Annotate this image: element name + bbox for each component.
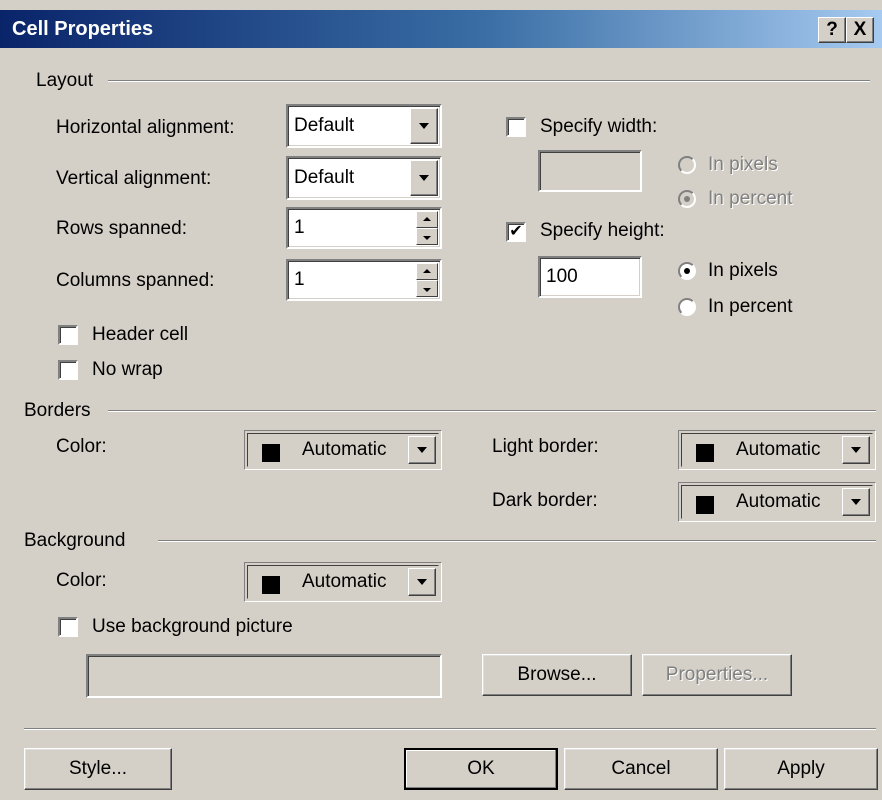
width-percent-radio	[678, 190, 696, 208]
color-swatch	[262, 576, 280, 594]
borders-separator	[108, 410, 876, 412]
chevron-down-icon[interactable]	[410, 160, 438, 196]
chevron-down-icon[interactable]	[408, 568, 436, 596]
light-border-label: Light border:	[492, 436, 599, 457]
border-color-picker[interactable]: Automatic	[244, 430, 442, 470]
background-separator	[158, 540, 876, 542]
vertical-alignment-select[interactable]: Default	[286, 156, 442, 200]
color-swatch	[262, 444, 280, 462]
dark-border-value: Automatic	[736, 491, 821, 512]
dark-border-picker[interactable]: Automatic	[678, 482, 876, 522]
columns-spanned-value: 1	[294, 269, 305, 290]
title-bar: Cell Properties ? X	[0, 10, 882, 48]
background-color-picker[interactable]: Automatic	[244, 562, 442, 602]
width-in-percent-label: In percent	[708, 188, 793, 209]
picker-frame: Automatic	[681, 433, 873, 467]
use-background-picture-label: Use background picture	[92, 616, 293, 637]
specify-height-label: Specify height:	[540, 220, 665, 241]
ok-button[interactable]: OK	[404, 748, 558, 790]
close-button[interactable]: X	[846, 17, 874, 43]
rows-spanned-label: Rows spanned:	[56, 218, 187, 239]
color-swatch	[696, 444, 714, 462]
height-in-percent-label: In percent	[708, 296, 793, 317]
spin-down-icon[interactable]	[416, 228, 438, 245]
height-pixels-radio[interactable]	[678, 262, 696, 280]
color-swatch	[696, 496, 714, 514]
help-button[interactable]: ?	[818, 17, 846, 43]
columns-spanned-stepper[interactable]: 1	[286, 259, 442, 301]
dark-border-label: Dark border:	[492, 490, 598, 511]
chevron-down-icon[interactable]	[410, 108, 438, 144]
width-in-pixels-label: In pixels	[708, 154, 778, 175]
background-color-label: Color:	[56, 570, 107, 591]
height-in-pixels-label: In pixels	[708, 260, 778, 281]
background-color-value: Automatic	[302, 571, 387, 592]
columns-spanned-label: Columns spanned:	[56, 270, 215, 291]
spin-up-icon[interactable]	[416, 263, 438, 280]
background-picture-path-field	[86, 654, 442, 698]
spin-up-icon[interactable]	[416, 211, 438, 228]
horizontal-alignment-value: Default	[294, 115, 355, 136]
picker-frame: Automatic	[247, 565, 439, 599]
no-wrap-label: No wrap	[92, 359, 163, 380]
radio-dot-icon	[684, 196, 690, 202]
horizontal-alignment-label: Horizontal alignment:	[56, 117, 235, 138]
browse-button[interactable]: Browse...	[482, 654, 632, 696]
chevron-down-icon[interactable]	[842, 488, 870, 516]
width-pixels-radio	[678, 156, 696, 174]
picker-frame: Automatic	[681, 485, 873, 519]
height-value: 100	[546, 266, 578, 287]
layout-separator	[108, 80, 870, 82]
light-border-picker[interactable]: Automatic	[678, 430, 876, 470]
radio-dot-icon	[684, 268, 690, 274]
footer-separator	[24, 728, 876, 730]
style-button[interactable]: Style...	[24, 748, 172, 790]
vertical-alignment-value: Default	[294, 167, 355, 188]
chevron-down-icon[interactable]	[408, 436, 436, 464]
specify-height-checkbox[interactable]: ✔	[506, 222, 526, 242]
border-color-value: Automatic	[302, 439, 387, 460]
layout-heading: Layout	[36, 70, 94, 91]
rows-spanned-value: 1	[294, 217, 305, 238]
cancel-button[interactable]: Cancel	[564, 748, 718, 790]
background-heading: Background	[24, 530, 126, 551]
width-field	[538, 150, 642, 192]
specify-width-checkbox[interactable]	[506, 117, 526, 137]
height-input[interactable]: 100	[538, 256, 642, 298]
no-wrap-checkbox[interactable]	[58, 360, 78, 380]
dialog-title: Cell Properties	[12, 18, 154, 40]
horizontal-alignment-select[interactable]: Default	[286, 104, 442, 148]
vertical-alignment-label: Vertical alignment:	[56, 168, 212, 189]
chevron-down-icon[interactable]	[842, 436, 870, 464]
header-cell-label: Header cell	[92, 324, 189, 345]
spin-down-icon[interactable]	[416, 280, 438, 297]
apply-button[interactable]: Apply	[724, 748, 878, 790]
border-color-label: Color:	[56, 436, 107, 457]
height-percent-radio[interactable]	[678, 298, 696, 316]
light-border-value: Automatic	[736, 439, 821, 460]
specify-width-label: Specify width:	[540, 116, 658, 137]
rows-spanned-stepper[interactable]: 1	[286, 207, 442, 249]
header-cell-checkbox[interactable]	[58, 325, 78, 345]
borders-heading: Borders	[24, 400, 91, 421]
picker-frame: Automatic	[247, 433, 439, 467]
properties-button: Properties...	[642, 654, 792, 696]
use-background-picture-checkbox[interactable]	[58, 617, 78, 637]
